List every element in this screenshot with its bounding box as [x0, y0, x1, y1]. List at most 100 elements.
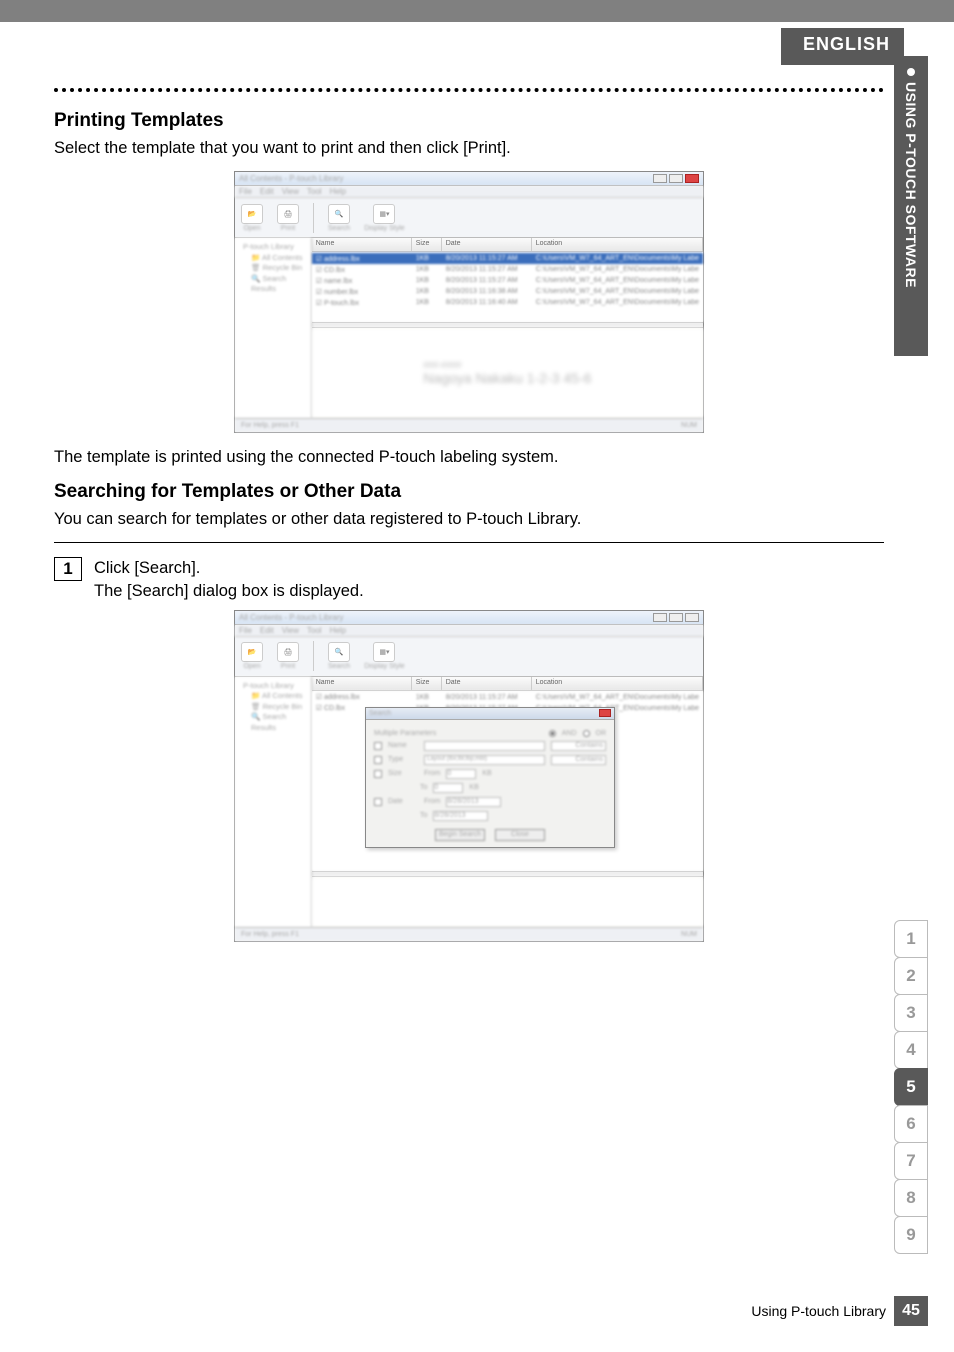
search-size-label: Size: [388, 770, 418, 777]
index-tab-7[interactable]: 7: [894, 1142, 928, 1180]
menu-edit-2[interactable]: Edit: [260, 626, 274, 635]
footer-text: Using P-touch Library: [751, 1303, 886, 1319]
step-number: 1: [54, 557, 82, 581]
index-tab-6[interactable]: 6: [894, 1105, 928, 1143]
check-date[interactable]: [374, 798, 382, 806]
heading-printing-templates: Printing Templates: [54, 110, 884, 132]
col-name[interactable]: Name: [312, 238, 412, 251]
search-dialog: Search Multiple Parameters AND OR Name C…: [365, 707, 615, 848]
print-icon-2[interactable]: 🖨: [277, 642, 299, 662]
menu-help[interactable]: Help: [330, 187, 346, 196]
maximize-button[interactable]: [669, 174, 683, 183]
search-type-label: Type: [388, 756, 418, 763]
open-label: Open: [241, 225, 263, 232]
begin-search-button[interactable]: Begin Search: [435, 829, 485, 841]
col-size[interactable]: Size: [412, 238, 442, 251]
search-date-from[interactable]: 8/28/2013: [446, 797, 501, 807]
table-row[interactable]: ☑ address.lbx1KB8/20/2013 11:15:27 AMC:\…: [312, 692, 703, 703]
section-side-tab: USING P-TOUCH SOFTWARE: [894, 56, 928, 356]
search-size-from[interactable]: 0: [446, 769, 476, 779]
search-dialog-title: Search: [369, 710, 391, 717]
top-gray-bar: [0, 0, 954, 22]
index-tab-1[interactable]: 1: [894, 920, 928, 958]
search-size-to[interactable]: 0: [433, 783, 463, 793]
search-icon[interactable]: 🔍: [328, 204, 350, 224]
app-title-2: All Contents - P-touch Library: [239, 613, 344, 622]
screenshot-ptouch-library-1: All Contents - P-touch Library File Edit…: [234, 171, 704, 433]
heading-searching: Searching for Templates or Other Data: [54, 481, 884, 503]
search-date-label: Date: [388, 798, 418, 805]
open-icon[interactable]: 📂: [241, 204, 263, 224]
status-left: For Help, press F1: [241, 422, 299, 429]
page-content: Printing Templates Select the template t…: [54, 60, 884, 956]
search-dialog-titlebar: Search: [366, 708, 614, 720]
page-number: 45: [894, 1296, 928, 1326]
list-header-2: Name Size Date Location: [312, 677, 703, 691]
preview-text: Nagoya Nakaku 1-2-3 45-6: [423, 370, 591, 386]
search-date-from-label: From: [424, 798, 440, 805]
search-type-mode[interactable]: Contains: [551, 755, 606, 765]
menu-file[interactable]: File: [239, 187, 252, 196]
menu-view-2[interactable]: View: [282, 626, 299, 635]
search-size-from-label: From: [424, 770, 440, 777]
step-line-2: The [Search] dialog box is displayed.: [94, 580, 364, 602]
folder-tree-2[interactable]: P-touch Library 📁 All Contents 🗑 Recycle…: [235, 677, 312, 927]
display-style-icon[interactable]: ▦▾: [373, 204, 395, 224]
open-icon-2[interactable]: 📂: [241, 642, 263, 662]
search-size-to-label: To: [420, 784, 427, 791]
menu-tool[interactable]: Tool: [307, 187, 322, 196]
menu-edit[interactable]: Edit: [260, 187, 274, 196]
check-size[interactable]: [374, 770, 382, 778]
search-and-label: AND: [562, 730, 577, 737]
index-tab-4[interactable]: 4: [894, 1031, 928, 1069]
radio-and[interactable]: [549, 730, 556, 737]
minimize-button-2[interactable]: [653, 613, 667, 622]
tree-search-results[interactable]: 🔍 Search Results: [239, 274, 307, 295]
search-type-input[interactable]: Layout (lbx;lbl;lbp;mbl): [424, 755, 545, 765]
tree-all-contents[interactable]: 📁 All Contents: [239, 253, 307, 264]
app-menubar-2: File Edit View Tool Help: [235, 625, 703, 637]
close-button[interactable]: [685, 174, 699, 183]
index-tab-3[interactable]: 3: [894, 994, 928, 1032]
page-footer: Using P-touch Library 45: [751, 1296, 928, 1326]
index-tab-9[interactable]: 9: [894, 1216, 928, 1254]
col-location[interactable]: Location: [532, 238, 703, 251]
folder-tree[interactable]: P-touch Library 📁 All Contents 🗑 Recycle…: [235, 238, 312, 418]
table-row[interactable]: ☑ P-touch.lbx1KB8/20/2013 11:16:40 AMC:\…: [312, 297, 703, 308]
table-row[interactable]: ☑ address.lbx1KB8/20/2013 11:15:27 AMC:\…: [312, 253, 703, 264]
close-button-2[interactable]: [685, 613, 699, 622]
menu-view[interactable]: View: [282, 187, 299, 196]
print-icon[interactable]: 🖨: [277, 204, 299, 224]
table-row[interactable]: ☑ name.lbx1KB8/20/2013 11:15:27 AMC:\Use…: [312, 275, 703, 286]
col-date[interactable]: Date: [442, 238, 532, 251]
index-tab-2[interactable]: 2: [894, 957, 928, 995]
tree-root[interactable]: P-touch Library: [239, 242, 307, 253]
search-close-icon[interactable]: [599, 709, 611, 717]
tree-recycle-bin[interactable]: 🗑 Recycle Bin: [239, 263, 307, 274]
index-tab-5[interactable]: 5: [894, 1068, 928, 1106]
step-line-1: Click [Search].: [94, 557, 364, 579]
search-name-input[interactable]: [424, 741, 545, 751]
minimize-button[interactable]: [653, 174, 667, 183]
table-row[interactable]: ☑ CD.lbx1KB8/20/2013 11:15:27 AMC:\Users…: [312, 264, 703, 275]
search-size-kb2: KB: [469, 784, 478, 791]
search-date-to[interactable]: 8/28/2013: [433, 811, 488, 821]
menu-help-2[interactable]: Help: [330, 626, 346, 635]
close-search-button[interactable]: Close: [495, 829, 545, 841]
check-name[interactable]: [374, 742, 382, 750]
radio-or[interactable]: [583, 730, 590, 737]
index-tab-8[interactable]: 8: [894, 1179, 928, 1217]
display-style-icon-2[interactable]: ▦▾: [373, 642, 395, 662]
chapter-index-tabs: 123456789: [894, 920, 928, 1253]
statusbar: For Help, press F1 NUM: [235, 418, 703, 432]
search-name-mode[interactable]: Contains: [551, 741, 606, 751]
table-row[interactable]: ☑ number.lbx1KB8/20/2013 11:16:38 AMC:\U…: [312, 286, 703, 297]
check-type[interactable]: [374, 756, 382, 764]
search-icon-2[interactable]: 🔍: [328, 642, 350, 662]
maximize-button-2[interactable]: [669, 613, 683, 622]
menu-file-2[interactable]: File: [239, 626, 252, 635]
print-label: Print: [277, 225, 299, 232]
search-date-to-label: To: [420, 812, 427, 819]
search-or-label: OR: [596, 730, 607, 737]
menu-tool-2[interactable]: Tool: [307, 626, 322, 635]
